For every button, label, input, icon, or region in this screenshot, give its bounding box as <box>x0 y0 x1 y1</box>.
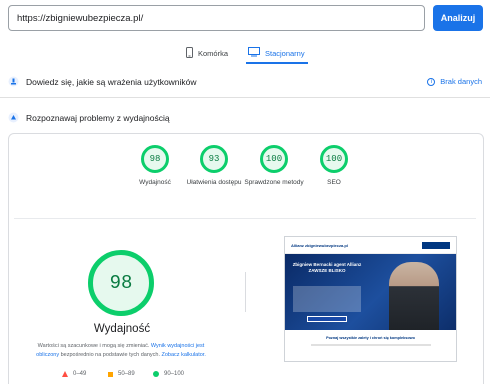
legend-range: 50–89 <box>118 371 135 377</box>
section-divider <box>0 97 490 98</box>
score-value: 100 <box>320 145 348 173</box>
thumb-header: Allianz zbigniewubezpiecza.pl <box>285 237 456 254</box>
thumb-button <box>307 316 347 322</box>
legend-average: 50–89 <box>108 371 135 377</box>
thumb-headline: Zbigniew Bernacki agent Allianz ZAWSZE B… <box>292 262 362 273</box>
thumb-bottom-text: Poznaj wszystkie zalety i chroń się komp… <box>285 330 456 346</box>
lab-data-title: Rozpoznawaj problemy z wydajnością <box>26 113 170 123</box>
triangle-icon <box>62 371 68 377</box>
thumb-lines <box>310 344 431 346</box>
tab-mobile[interactable]: Komórka <box>186 43 228 63</box>
phone-icon <box>186 46 193 60</box>
legend-range: 90–100 <box>164 371 185 377</box>
tab-mobile-label: Komórka <box>198 48 229 58</box>
thumb-logo: Allianz zbigniewubezpiecza.pl <box>291 242 348 248</box>
score-value: 100 <box>260 145 288 173</box>
thumb-hero: Zbigniew Bernacki agent Allianz ZAWSZE B… <box>285 254 456 330</box>
thumb-bottom-title: Poznaj wszystkie zalety i chroń się komp… <box>326 336 415 340</box>
field-data-title: Dowiedz się, jakie są wrażenia użytkowni… <box>26 77 197 87</box>
thumb-person-photo <box>389 262 439 330</box>
legend-range: 0–49 <box>73 371 87 377</box>
vertical-divider <box>245 272 246 312</box>
lab-data-section: Rozpoznawaj problemy z wydajnością <box>0 107 490 129</box>
tab-desktop[interactable]: Stacjonarny <box>248 43 305 63</box>
circle-icon <box>153 371 159 377</box>
calculator-link[interactable]: Zobacz kalkulator. <box>162 352 206 358</box>
note-text: Wartości są szacunkowe i mogą się zmieni… <box>37 343 150 349</box>
no-data-link[interactable]: i Brak danych <box>427 77 482 86</box>
page-screenshot: Allianz zbigniewubezpiecza.pl Zbigniew B… <box>284 236 457 362</box>
score-label: SEO <box>327 179 341 186</box>
note-text-2: bezpośrednio na podstawie tych danych. <box>60 352 160 358</box>
field-data-section: Dowiedz się, jakie są wrażenia użytkowni… <box>0 71 490 93</box>
legend-fail: 0–49 <box>62 371 86 377</box>
lab-icon <box>8 112 19 123</box>
score-value: 98 <box>141 145 169 173</box>
active-tab-indicator <box>246 62 308 64</box>
thumb-cta <box>422 241 450 249</box>
performance-title: Wydajność <box>93 323 151 335</box>
legend-pass: 90–100 <box>153 371 184 377</box>
thumb-textbox <box>293 286 361 312</box>
performance-note: Wartości są szacunkowe i mogą się zmieni… <box>26 342 216 360</box>
no-data-label: Brak danych <box>440 77 482 86</box>
analyze-button[interactable]: Analizuj <box>433 5 483 31</box>
desktop-icon <box>248 47 260 59</box>
info-icon: i <box>427 77 436 86</box>
score-value: 93 <box>200 145 228 173</box>
square-icon <box>108 371 113 377</box>
url-input[interactable] <box>8 5 425 31</box>
card-divider <box>14 218 476 219</box>
performance-gauge: 98 <box>88 250 154 316</box>
tab-desktop-label: Stacjonarny <box>265 48 305 58</box>
users-icon <box>8 76 19 87</box>
score-gauge-seo[interactable]: 100 SEO <box>299 145 369 187</box>
